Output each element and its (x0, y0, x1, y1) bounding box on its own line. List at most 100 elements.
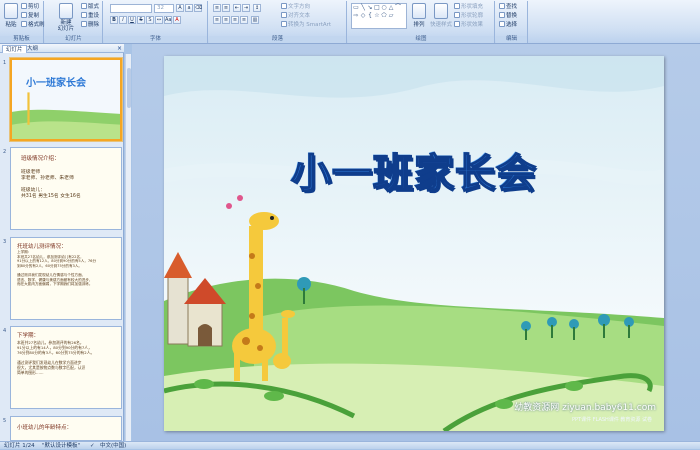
right-arrow-shape-icon[interactable]: ⇨ (353, 13, 359, 19)
align-text-button[interactable]: 对齐文本 (281, 12, 310, 20)
justify-button[interactable]: ≡ (240, 16, 248, 24)
font-group: 32 A a ⌫ B I U S S ↔ Aa A 字体 (104, 1, 208, 43)
select-button[interactable]: 选择 (499, 21, 517, 29)
thumb-1-title: 小一班家长会 (26, 78, 86, 89)
shadow-button[interactable]: S (146, 16, 154, 24)
change-case-button[interactable]: Aa (164, 16, 172, 24)
underline-button[interactable]: U (128, 16, 136, 24)
text-direction-icon (281, 3, 287, 9)
copy-button[interactable]: 复制 (21, 12, 39, 20)
clipboard-group-label: 剪贴板 (0, 36, 43, 43)
shrink-font-button[interactable]: a (185, 4, 193, 12)
line-spacing-button[interactable]: ↕ (253, 4, 261, 12)
slide-background-art (164, 56, 664, 431)
curve-shape-icon[interactable]: ⌒ (395, 5, 401, 11)
thumb-3-title: 托班幼儿测评情况： (17, 244, 67, 250)
reset-button[interactable]: 重设 (81, 12, 99, 20)
line-shape-icon[interactable]: ╲ (360, 5, 366, 11)
shapes-gallery[interactable]: ▭ ╲ ↘ □ ○ △ ⌒ ⇨ ◇ { ☆ ⬠ ▱ (351, 3, 407, 29)
font-color-button[interactable]: A (173, 16, 181, 24)
arrange-button[interactable]: 排列 (410, 3, 428, 28)
thumbnail-scrollbar[interactable] (125, 54, 131, 441)
italic-button[interactable]: I (119, 16, 127, 24)
replace-button[interactable]: 替换 (499, 12, 517, 20)
binoculars-icon (499, 3, 505, 9)
watermark-subtext: PPT课件 FLASH课件 教育资源 试卷 (572, 417, 652, 423)
current-slide[interactable]: 小一班家长会 幼教资源网 ziyuan.baby611.com PPT课件 FL… (164, 56, 664, 431)
tab-outline[interactable]: 大纲 (24, 45, 41, 53)
slide-thumbnail-1[interactable]: 小一班家长会 (10, 58, 122, 141)
clipboard-group: 粘贴 剪切 复制 格式刷 剪贴板 (0, 1, 45, 43)
smartart-button[interactable]: 转换为 SmartArt (281, 21, 331, 29)
font-group-label: 字体 (104, 36, 207, 43)
font-name-select[interactable] (110, 4, 152, 13)
star-shape-icon[interactable]: ☆ (374, 13, 380, 19)
text-direction-button[interactable]: 文字方向 (281, 3, 310, 11)
char-spacing-button[interactable]: ↔ (155, 16, 163, 24)
slide-thumbnail-5[interactable]: 小班幼儿的年龄特点： (10, 416, 122, 441)
find-button[interactable]: 查找 (499, 3, 517, 11)
layout-button[interactable]: 版式 (81, 3, 99, 11)
font-size-select[interactable]: 32 (154, 4, 174, 13)
reset-icon (81, 12, 87, 18)
thumb-4-title: 下学期： (17, 333, 40, 339)
grow-font-button[interactable]: A (176, 4, 184, 12)
triangle-shape-icon[interactable]: △ (388, 5, 394, 11)
bold-button[interactable]: B (110, 16, 118, 24)
slide-title[interactable]: 小一班家长会 (164, 141, 664, 199)
new-slide-button[interactable]: 新建 幻灯片 (57, 3, 75, 32)
bullets-button[interactable]: ≡ (213, 4, 221, 12)
align-left-button[interactable]: ≡ (213, 16, 221, 24)
clear-format-button[interactable]: ⌫ (194, 4, 202, 12)
thumb-5-title: 小班幼儿的年龄特点： (17, 425, 73, 431)
rect-shape-icon[interactable]: □ (374, 5, 380, 11)
brace-shape-icon[interactable]: { (367, 13, 373, 19)
cut-button[interactable]: 剪切 (21, 3, 39, 11)
oval-shape-icon[interactable]: ○ (381, 5, 387, 11)
paragraph-group: ≡ ≡ ⇤ ⇥ ↕ ≡ ≡ ≡ ≡ ▥ 文字方向 对齐文本 转换为 SmartA… (209, 1, 347, 43)
thumb-number: 4 (3, 328, 7, 334)
effects-icon (454, 21, 460, 27)
watermark-text: 幼教资源网 ziyuan.baby611.com (514, 403, 656, 413)
diamond-shape-icon[interactable]: ◇ (360, 13, 366, 19)
shape-outline-button[interactable]: 形状轮廓 (454, 12, 483, 20)
select-arrow-icon (499, 21, 505, 27)
quick-styles-button[interactable]: 快速样式 (430, 3, 452, 28)
shape-effects-button[interactable]: 形状效果 (454, 21, 483, 29)
thumb-number: 5 (3, 418, 7, 424)
align-center-button[interactable]: ≡ (222, 16, 230, 24)
slide-editor-canvas: 小一班家长会 幼教资源网 ziyuan.baby611.com PPT课件 FL… (132, 44, 700, 441)
decrease-indent-button[interactable]: ⇤ (233, 4, 241, 12)
tab-slides[interactable]: 幻灯片 (2, 45, 27, 53)
ribbon: 粘贴 剪切 复制 格式刷 剪贴板 新建 幻灯片 版式 重设 删除 幻灯片 32 … (0, 0, 700, 44)
slide-thumbnail-3[interactable]: 托班幼儿测评情况： 上学期： 本班共27名幼儿，参加测评幼儿有22名， 91分以… (10, 237, 122, 320)
thumb-number: 1 (3, 60, 7, 66)
callout-shape-icon[interactable]: ▱ (388, 13, 394, 19)
pentagon-shape-icon[interactable]: ⬠ (381, 13, 387, 19)
slide-thumbnail-4[interactable]: 下学期： 本班共27名幼儿，参加测评的有26名， 91分以上的有14人，80分到… (10, 326, 122, 409)
slides-group-label: 幻灯片 (45, 36, 102, 43)
delete-slide-button[interactable]: 删除 (81, 21, 99, 29)
increase-indent-button[interactable]: ⇥ (242, 4, 250, 12)
slides-group: 新建 幻灯片 版式 重设 删除 幻灯片 (45, 1, 103, 43)
shape-fill-button[interactable]: 形状填充 (454, 3, 483, 11)
numbering-button[interactable]: ≡ (222, 4, 230, 12)
close-pane-icon[interactable]: × (117, 45, 122, 52)
scrollbar-thumb[interactable] (127, 68, 131, 108)
format-painter-button[interactable]: 格式刷 (21, 21, 45, 29)
textbox-shape-icon[interactable]: ▭ (353, 5, 359, 11)
smartart-icon (281, 21, 287, 27)
thumb-4-body: 本班共27名幼儿，参加测评的有26名， 91分以上的有14人，80分到90分的有… (17, 340, 95, 375)
quick-styles-icon (434, 3, 448, 19)
columns-button[interactable]: ▥ (251, 16, 259, 24)
paste-button[interactable]: 粘贴 (2, 3, 20, 28)
delete-icon (81, 21, 87, 27)
thumb-2-body: 班级老师 李老师、孙老师、朱老师 班级幼儿： 共31名 男生15名 女生16名 (21, 170, 81, 199)
align-text-icon (281, 12, 287, 18)
thumb-number: 3 (3, 239, 7, 245)
drawing-group-label: 绘图 (348, 36, 494, 43)
arrow-shape-icon[interactable]: ↘ (367, 5, 373, 11)
strikethrough-button[interactable]: S (137, 16, 145, 24)
slide-thumbnail-2[interactable]: 班级情况介绍： 班级老师 李老师、孙老师、朱老师 班级幼儿： 共31名 男生15… (10, 147, 122, 230)
align-right-button[interactable]: ≡ (231, 16, 239, 24)
